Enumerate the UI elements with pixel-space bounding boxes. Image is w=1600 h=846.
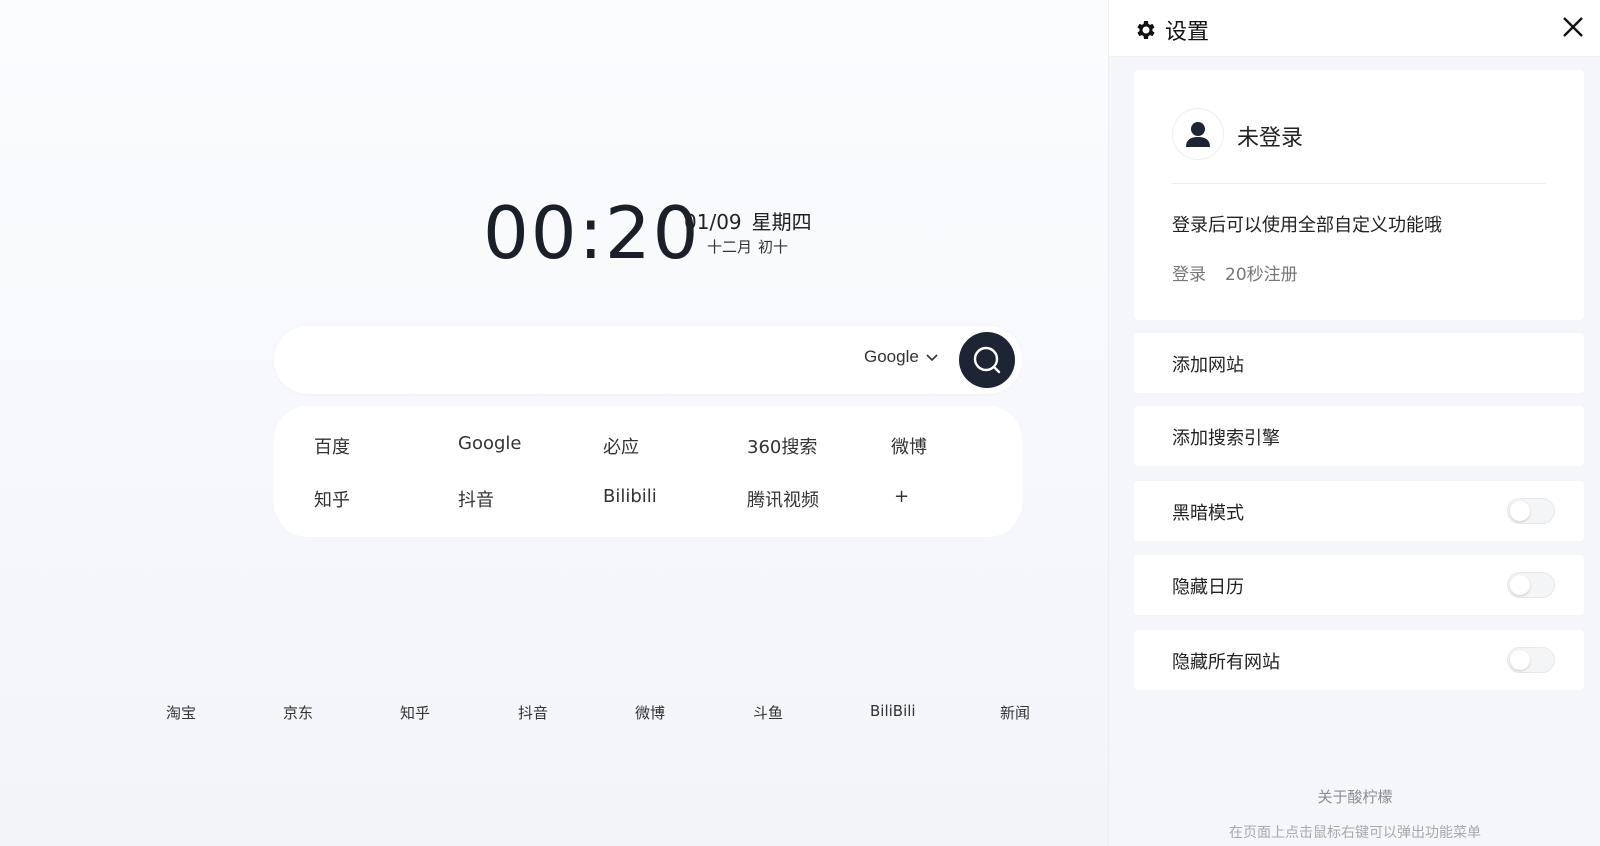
bottom-link[interactable]: 抖音 (518, 702, 548, 723)
bottom-link[interactable]: 淘宝 (166, 702, 196, 723)
bottom-link[interactable]: 知乎 (400, 702, 430, 723)
close-icon (1563, 17, 1583, 37)
login-hint: 登录后可以使用全部自定义功能哦 (1172, 215, 1442, 236)
add-search-engine-row[interactable]: 添加搜索引擎 (1134, 406, 1584, 466)
hide-calendar-toggle[interactable] (1507, 572, 1555, 598)
hide-all-websites-row: 隐藏所有网站 (1134, 630, 1584, 690)
lunar-date: 十二月 初十 (707, 236, 794, 257)
search-icon (973, 346, 1001, 374)
bottom-link[interactable]: 微博 (635, 702, 665, 723)
toggle-knob (1510, 650, 1530, 670)
date-text: 01/09 (684, 210, 742, 234)
shortcut-item[interactable]: 腾讯视频 (747, 486, 819, 512)
search-button[interactable] (959, 332, 1015, 388)
clock-time: 00:20 (483, 191, 701, 275)
setting-label: 添加搜索引擎 (1172, 428, 1280, 449)
shortcut-item[interactable]: 知乎 (314, 486, 350, 512)
shortcut-item[interactable]: 抖音 (458, 486, 494, 512)
hide-all-websites-toggle[interactable] (1507, 647, 1555, 673)
bottom-link[interactable]: 京东 (283, 702, 313, 723)
setting-label: 添加网站 (1172, 355, 1244, 376)
shortcut-item[interactable]: Bilibili (603, 486, 657, 507)
search-engine-select[interactable]: Google (864, 347, 939, 367)
settings-title-text: 设置 (1165, 20, 1210, 45)
weekday-text: 星期四 (751, 210, 812, 234)
date-display: 01/09 星期四 (684, 206, 822, 235)
setting-label: 黑暗模式 (1172, 503, 1244, 524)
register-link[interactable]: 20秒注册 (1225, 260, 1298, 285)
bottom-link[interactable]: 新闻 (1000, 702, 1030, 723)
bottom-links: 淘宝 京东 知乎 抖音 微博 斗鱼 BiliBili 新闻 (0, 702, 1108, 724)
user-name: 未登录 (1237, 126, 1304, 151)
shortcut-item[interactable]: 360搜索 (747, 433, 817, 459)
add-website-row[interactable]: 添加网站 (1134, 333, 1584, 393)
dark-mode-toggle[interactable] (1507, 498, 1555, 524)
search-bar: Google (274, 326, 1022, 394)
toggle-knob (1510, 575, 1530, 595)
context-menu-tip: 在页面上点击鼠标右键可以弹出功能菜单 (1229, 825, 1481, 841)
shortcut-item[interactable]: 微博 (891, 433, 927, 459)
settings-panel: 设置 未登录 登录后可以使用全部自定义功能哦 登录 20秒注册 添加网站 添加搜… (1108, 0, 1600, 846)
bottom-link[interactable]: BiliBili (870, 702, 916, 720)
toggle-knob (1510, 501, 1530, 521)
setting-label: 隐藏所有网站 (1172, 652, 1280, 673)
close-settings-button[interactable] (1560, 14, 1586, 40)
shortcut-item[interactable]: 百度 (314, 433, 350, 459)
shortcut-item[interactable]: Google (458, 433, 521, 454)
settings-header: 设置 (1109, 0, 1600, 57)
search-shortcuts-panel: 百度 Google 必应 360搜索 微博 知乎 抖音 Bilibili 腾讯视… (274, 406, 1022, 537)
dark-mode-row: 黑暗模式 (1134, 481, 1584, 541)
add-shortcut-button[interactable]: + (894, 486, 909, 507)
settings-title: 设置 (1133, 14, 1209, 46)
hide-calendar-row: 隐藏日历 (1134, 555, 1584, 615)
user-card: 未登录 登录后可以使用全部自定义功能哦 登录 20秒注册 (1134, 70, 1584, 320)
divider (1172, 183, 1546, 184)
lunar-day: 初十 (758, 238, 789, 256)
gear-icon (1137, 21, 1155, 39)
login-link[interactable]: 登录 (1172, 260, 1206, 285)
avatar[interactable] (1172, 108, 1224, 160)
new-tab-main: 00:20 01/09 星期四 十二月 初十 Google 百度 Google 必应… (0, 0, 1108, 846)
chevron-down-icon (926, 354, 938, 362)
shortcut-item[interactable]: 必应 (603, 433, 639, 459)
bottom-link[interactable]: 斗鱼 (753, 702, 783, 723)
search-engine-label: Google (864, 347, 919, 366)
search-input[interactable] (300, 340, 840, 380)
about-link[interactable]: 关于酸柠檬 (1109, 786, 1600, 807)
lunar-month: 十二月 (707, 238, 753, 256)
setting-label: 隐藏日历 (1172, 577, 1244, 598)
user-icon (1186, 122, 1210, 147)
